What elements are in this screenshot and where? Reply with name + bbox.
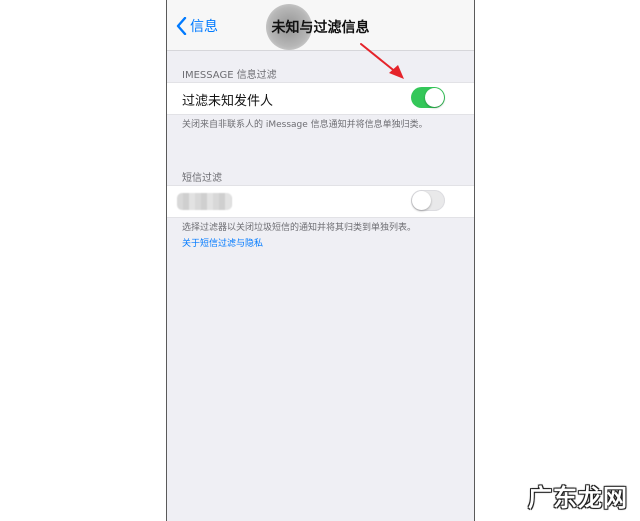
filter-unknown-senders-label: 过滤未知发件人 [182, 94, 274, 109]
imessage-section-header: IMESSAGE 信息过滤 [182, 70, 277, 81]
sms-section-footer: 选择过滤器以关闭垃圾短信的通知并将其归类到单独列表。 [182, 223, 417, 233]
page-title: 未知与过滤信息 [271, 20, 370, 36]
toggle-knob [412, 191, 431, 210]
blurred-app-name [177, 193, 232, 210]
watermark-logo: 广东龙网 [528, 483, 628, 512]
sms-section-header: 短信过滤 [182, 173, 222, 184]
sms-filter-toggle[interactable] [411, 190, 445, 211]
red-arrow-icon [360, 43, 404, 79]
sms-filter-row [167, 185, 474, 218]
imessage-section-footer: 关闭来自非联系人的 iMessage 信息通知并将信息单独归类。 [182, 120, 428, 130]
toggle-knob [425, 88, 444, 107]
filter-unknown-senders-row: 过滤未知发件人 [167, 82, 474, 115]
settings-screen: 信息 未知与过滤信息 IMESSAGE 信息过滤 过滤未知发件人 关闭来自非联系… [166, 0, 475, 521]
filter-unknown-senders-toggle[interactable] [411, 87, 445, 108]
navigation-bar: 信息 未知与过滤信息 [167, 0, 474, 51]
sms-filter-privacy-link[interactable]: 关于短信过滤与隐私 [182, 236, 263, 249]
